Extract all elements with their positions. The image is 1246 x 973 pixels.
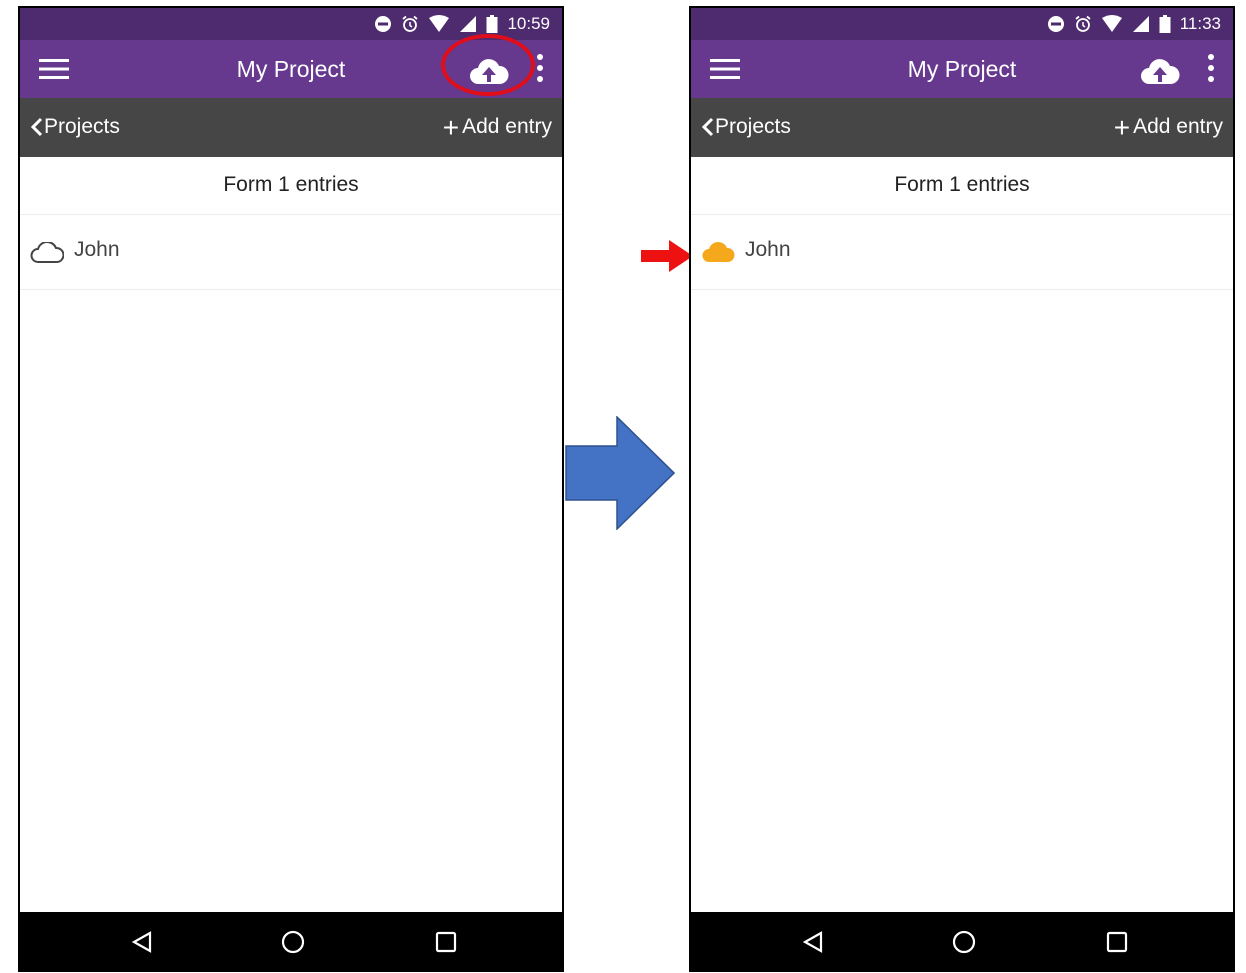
list-item[interactable]: John xyxy=(20,215,562,290)
chevron-left-icon xyxy=(701,117,714,137)
alarm-icon xyxy=(1075,15,1091,32)
projects-toolbar: Projects + Add entry xyxy=(20,98,562,157)
cloud-icon xyxy=(702,242,735,262)
dnd-icon xyxy=(1047,16,1064,32)
add-entry-button[interactable]: + Add entry xyxy=(442,111,552,143)
recents-square-icon[interactable] xyxy=(1105,930,1129,954)
wifi-icon xyxy=(429,15,450,32)
dnd-icon xyxy=(375,16,392,32)
alarm-icon xyxy=(402,15,419,32)
back-to-projects-button[interactable]: Projects xyxy=(701,115,791,139)
cloud-icon xyxy=(30,242,64,263)
status-time: 10:59 xyxy=(507,14,550,33)
signal-icon xyxy=(1132,16,1149,32)
transition-arrow-icon xyxy=(565,416,675,530)
app-bar: My Project xyxy=(691,40,1233,98)
chevron-left-icon xyxy=(30,117,43,137)
status-time: 11:33 xyxy=(1179,14,1221,33)
plus-icon: + xyxy=(1113,111,1131,143)
home-circle-icon[interactable] xyxy=(952,930,976,954)
recents-square-icon[interactable] xyxy=(434,930,458,954)
form-title: Form 1 entries xyxy=(691,157,1233,215)
back-triangle-icon[interactable] xyxy=(801,930,825,954)
form-title: Form 1 entries xyxy=(20,157,562,215)
red-pointer-arrow-icon xyxy=(641,240,693,272)
battery-icon xyxy=(486,15,498,33)
more-vert-icon[interactable] xyxy=(534,54,546,84)
back-label: Projects xyxy=(44,115,120,138)
add-entry-button[interactable]: + Add entry xyxy=(1113,111,1223,143)
plus-icon: + xyxy=(442,111,460,143)
status-bar: 11:33 xyxy=(691,8,1233,40)
android-navigation-bar xyxy=(691,912,1233,970)
projects-toolbar: Projects + Add entry xyxy=(691,98,1233,157)
back-label: Projects xyxy=(715,115,791,138)
status-bar: 10:59 xyxy=(20,8,562,40)
screen-before-upload: 10:59 My Project Projects + Add entry Fo… xyxy=(18,6,564,972)
signal-icon xyxy=(460,16,477,32)
back-triangle-icon[interactable] xyxy=(130,930,154,954)
screen-after-upload: 11:33 My Project Projects + Add entry Fo… xyxy=(689,6,1235,972)
battery-icon xyxy=(1159,15,1171,33)
more-vert-icon[interactable] xyxy=(1205,54,1217,84)
android-navigation-bar xyxy=(20,912,562,970)
wifi-icon xyxy=(1101,15,1122,32)
list-item[interactable]: John xyxy=(691,215,1233,290)
add-entry-label: Add entry xyxy=(462,115,552,138)
entry-name: John xyxy=(745,238,791,261)
cloud-upload-icon[interactable] xyxy=(1139,56,1181,86)
entry-name: John xyxy=(74,238,120,261)
app-bar: My Project xyxy=(20,40,562,98)
back-to-projects-button[interactable]: Projects xyxy=(30,115,120,139)
home-circle-icon[interactable] xyxy=(281,930,305,954)
cloud-upload-icon[interactable] xyxy=(468,56,510,86)
add-entry-label: Add entry xyxy=(1133,115,1223,138)
